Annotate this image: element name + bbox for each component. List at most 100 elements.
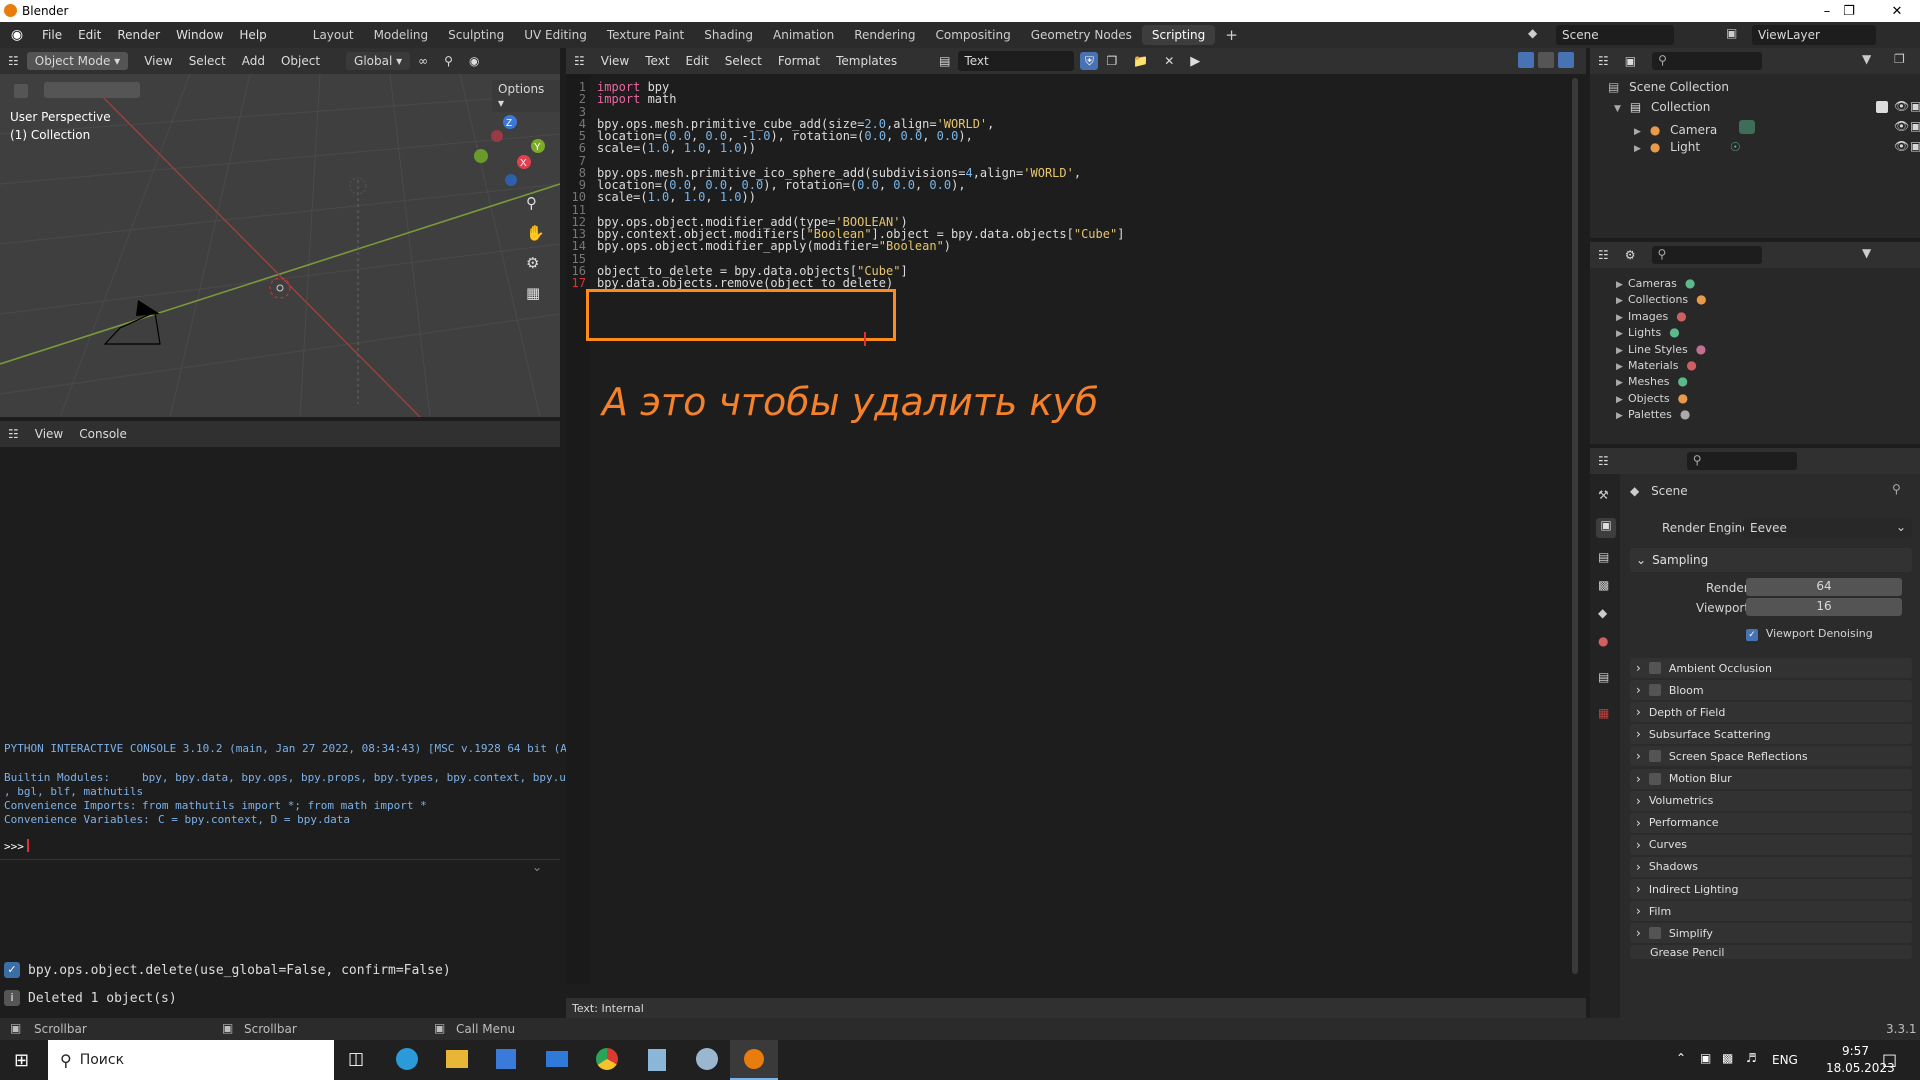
task-view-icon[interactable]: ◫	[348, 1049, 364, 1069]
outliner[interactable]: ▤ Scene Collection ▼ ▤ Collection 👁 ▣ ▶ …	[1590, 74, 1920, 238]
properties-section-header[interactable]: › Volumetrics	[1630, 790, 1912, 811]
data-browser-item[interactable]: ▶ Lights ●	[1616, 325, 1680, 339]
render-camera-icon[interactable]: ▣	[1910, 99, 1920, 113]
word-wrap-toggle-icon[interactable]	[1538, 52, 1554, 68]
tab-uv-editing[interactable]: UV Editing	[514, 25, 597, 45]
properties-section-header[interactable]: › Indirect Lighting	[1630, 879, 1912, 899]
editor-menu-view[interactable]: View	[593, 54, 637, 68]
viewport-samples-field[interactable]: 16	[1746, 598, 1902, 616]
select-mode-group[interactable]	[44, 82, 140, 98]
editor-menu-format[interactable]: Format	[770, 54, 828, 68]
viewport-menu-add[interactable]: Add	[234, 54, 273, 68]
input-language[interactable]: ENG	[1772, 1053, 1798, 1067]
snap-icon[interactable]: ⚲	[436, 54, 461, 68]
notifications-icon[interactable]: □	[1882, 1050, 1897, 1069]
tab-scripting[interactable]: Scripting	[1141, 25, 1216, 45]
console-prompt[interactable]: >>>	[4, 840, 24, 853]
clock-time[interactable]: 9:57	[1842, 1044, 1869, 1058]
add-workspace-icon[interactable]: +	[1215, 25, 1248, 45]
viewport-menu-view[interactable]: View	[136, 54, 180, 68]
pan-icon[interactable]: ✋	[526, 224, 545, 242]
options-dropdown[interactable]: Options ▾	[492, 80, 560, 112]
chrome-icon[interactable]	[596, 1048, 618, 1070]
render-tab-icon[interactable]: ▣	[1596, 518, 1616, 538]
tab-sculpting[interactable]: Sculpting	[438, 25, 514, 45]
camera-visibility-icon[interactable]: 👁	[1894, 119, 1909, 133]
outliner-scene-collection[interactable]: ▤ Scene Collection	[1608, 80, 1729, 94]
properties-section-header[interactable]: › Screen Space Reflections	[1630, 746, 1912, 767]
code-line[interactable]: scale=(1.0, 1.0, 1.0))	[597, 190, 756, 204]
editor-scrollbar[interactable]	[1572, 78, 1578, 974]
data-browser-item[interactable]: ▶ Images ●	[1616, 309, 1687, 323]
view-layer-selector[interactable]: ViewLayer	[1752, 25, 1876, 45]
output-tab-icon[interactable]: ▤	[1598, 550, 1609, 564]
visibility-eye-icon[interactable]: 👁	[1894, 99, 1909, 113]
viewport-menu-select[interactable]: Select	[181, 54, 234, 68]
blender-taskbar-button[interactable]	[730, 1040, 778, 1080]
info-collapse-icon[interactable]: ⌄	[532, 860, 542, 874]
new-text-icon[interactable]: ❐	[1098, 54, 1125, 68]
light-visibility-icon[interactable]: 👁	[1894, 139, 1909, 153]
tab-shading[interactable]: Shading	[694, 25, 763, 45]
properties-editor-type-icon[interactable]: ☷	[1590, 454, 1617, 468]
mail-icon[interactable]	[546, 1051, 568, 1067]
microsoft-store-icon[interactable]	[496, 1049, 516, 1069]
outliner-editor-type-icon[interactable]: ☷	[1590, 54, 1617, 68]
ortho-toggle-icon[interactable]: ▦	[526, 284, 540, 302]
data-browser-search[interactable]: ⚲	[1651, 246, 1762, 264]
tab-modeling[interactable]: Modeling	[364, 25, 439, 45]
expand-icon[interactable]: ▶	[1616, 313, 1628, 323]
new-collection-icon[interactable]: ❐	[1894, 52, 1905, 66]
expand-icon[interactable]: ▶	[1616, 378, 1628, 388]
tray-monitor-icon[interactable]: ▩	[1722, 1051, 1733, 1065]
scene-selector[interactable]: Scene	[1556, 25, 1674, 45]
outliner-light[interactable]: ▶ ● Light ☉ 👁 ▣	[1634, 139, 1920, 154]
properties-section-header[interactable]: › Subsurface Scattering	[1630, 724, 1912, 745]
editor-menu-templates[interactable]: Templates	[828, 54, 905, 68]
data-browser-editor-type-icon[interactable]: ☷	[1590, 248, 1617, 262]
line-numbers-toggle-icon[interactable]	[1518, 52, 1534, 68]
tool-tab-icon[interactable]: ⚒	[1598, 488, 1609, 502]
text-datablock-icon[interactable]: ▤	[931, 54, 958, 68]
code-line[interactable]: scale=(1.0, 1.0, 1.0))	[597, 141, 756, 155]
code-line[interactable]: bpy.ops.object.modifier_apply(modifier="…	[597, 239, 951, 253]
view-layer-tab-icon[interactable]: ▩	[1598, 578, 1609, 592]
collection-tab-icon[interactable]: ▤	[1598, 670, 1609, 684]
data-browser-item[interactable]: ▶ Palettes ●	[1616, 407, 1690, 421]
console-menu-view[interactable]: View	[27, 427, 71, 441]
windows-start-icon[interactable]: ⊞	[14, 1050, 29, 1071]
tab-geometry-nodes[interactable]: Geometry Nodes	[1021, 25, 1142, 45]
code-line[interactable]: import math	[597, 92, 676, 106]
outliner-filter-icon[interactable]: ▼	[1862, 52, 1871, 66]
outliner-collection[interactable]: ▼ ▤ Collection 👁 ▣	[1614, 99, 1920, 114]
info-operator-row[interactable]: ✓ bpy.ops.object.delete(use_global=False…	[4, 960, 556, 980]
edge-browser-icon[interactable]	[396, 1048, 418, 1070]
tab-compositing[interactable]: Compositing	[925, 25, 1020, 45]
properties-section-header[interactable]: › Film	[1630, 901, 1912, 922]
outliner-search[interactable]: ⚲	[1652, 52, 1763, 70]
proportional-edit-icon[interactable]: ◉	[461, 54, 487, 68]
tray-chevron-icon[interactable]: ⌃	[1676, 1051, 1686, 1065]
data-browser-item[interactable]: ▶ Objects ●	[1616, 391, 1688, 405]
notes-app-icon[interactable]	[648, 1049, 666, 1071]
code-line[interactable]: bpy.data.objects.remove(object_to_delete…	[597, 276, 893, 290]
data-browser-item[interactable]: ▶ Collections ●	[1616, 292, 1707, 306]
tab-rendering[interactable]: Rendering	[844, 25, 925, 45]
expand-icon[interactable]: ▶	[1634, 144, 1646, 154]
console-menu-console[interactable]: Console	[71, 427, 135, 441]
tab-animation[interactable]: Animation	[763, 25, 844, 45]
viewport-menu-object[interactable]: Object	[273, 54, 328, 68]
editor-type-icon[interactable]: ☷	[0, 54, 27, 68]
properties-section-header[interactable]: › Curves	[1630, 834, 1912, 855]
tab-texture-paint[interactable]: Texture Paint	[597, 25, 694, 45]
close-window-button[interactable]: ✕	[1874, 0, 1920, 22]
expand-icon[interactable]: ▶	[1634, 127, 1646, 137]
world-tab-icon[interactable]: ●	[1598, 634, 1608, 648]
data-browser-item[interactable]: ▶ Meshes ●	[1616, 374, 1688, 388]
properties-section-header[interactable]: › Bloom	[1630, 680, 1912, 701]
render-samples-field[interactable]: 64	[1746, 578, 1902, 596]
section-enable-checkbox[interactable]	[1648, 772, 1661, 785]
text-editor-type-icon[interactable]: ☷	[566, 54, 593, 68]
menu-file[interactable]: File	[34, 28, 70, 42]
section-enable-checkbox[interactable]	[1648, 662, 1661, 674]
